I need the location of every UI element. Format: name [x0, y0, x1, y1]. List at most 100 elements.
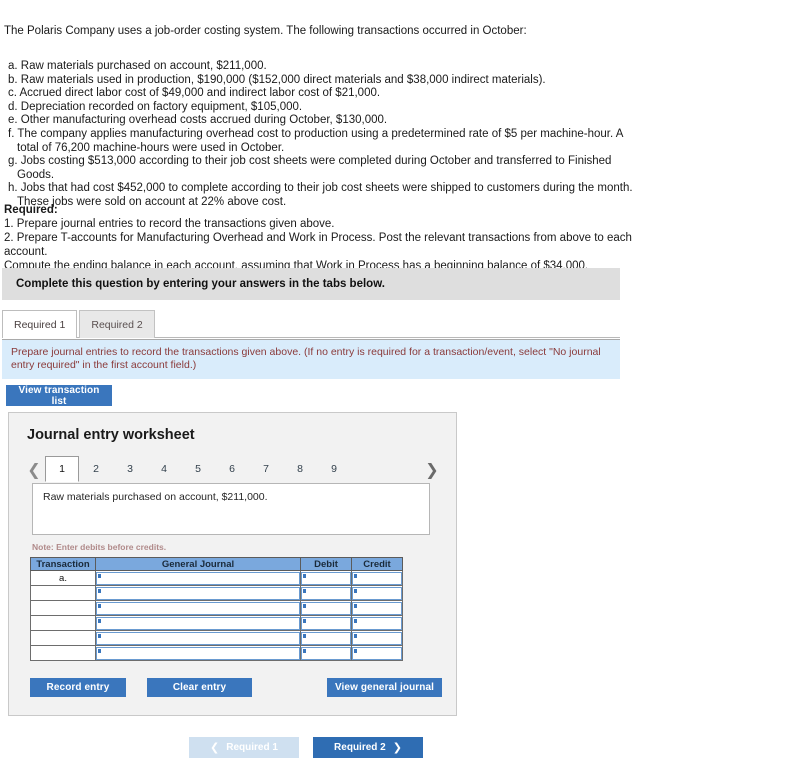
- tab-required-1[interactable]: Required 1: [2, 310, 78, 338]
- header-general-journal: General Journal: [95, 557, 301, 571]
- pager-page-3[interactable]: 3: [113, 457, 147, 481]
- cell-transaction-4: [30, 615, 96, 631]
- chevron-left-icon: ❮: [210, 741, 220, 754]
- debit-input-1[interactable]: [301, 571, 351, 585]
- cell-general-journal-2[interactable]: [95, 585, 301, 601]
- pager-page-2[interactable]: 2: [79, 457, 113, 481]
- debit-input-3[interactable]: [301, 601, 351, 615]
- cell-transaction-5: [30, 630, 96, 646]
- cell-general-journal-6[interactable]: [95, 645, 301, 661]
- cell-credit-3[interactable]: [351, 600, 403, 616]
- credit-input-1[interactable]: [352, 571, 402, 585]
- debit-input-2[interactable]: [301, 586, 351, 600]
- cell-debit-4[interactable]: [300, 615, 352, 631]
- problem-intro: The Polaris Company uses a job-order cos…: [4, 25, 527, 37]
- transaction-list: a. Raw materials purchased on account, $…: [4, 60, 644, 210]
- clear-entry-button[interactable]: Clear entry: [147, 678, 252, 697]
- cell-transaction-6: [30, 645, 96, 661]
- cell-credit-2[interactable]: [351, 585, 403, 601]
- journal-entry-worksheet-panel: Journal entry worksheet ❮ 1 2 3 4 5 6 7 …: [8, 412, 457, 716]
- table-row: [30, 630, 403, 646]
- general-journal-input-3[interactable]: [96, 601, 300, 615]
- tab-strip: Required 1 Required 2: [2, 310, 620, 338]
- view-general-journal-button[interactable]: View general journal: [327, 678, 442, 697]
- transaction-item-f: f. The company applies manufacturing ove…: [8, 127, 623, 154]
- entry-description: Raw materials purchased on account, $211…: [32, 483, 430, 535]
- pager-page-1[interactable]: 1: [45, 456, 79, 482]
- chevron-right-icon[interactable]: ❯: [421, 457, 443, 481]
- view-transaction-list-button[interactable]: View transaction list: [6, 385, 112, 407]
- nav-next-required-2[interactable]: Required 2 ❯: [313, 737, 423, 758]
- cell-transaction-1: a.: [30, 570, 96, 586]
- transaction-item-b: b. Raw materials used in production, $19…: [8, 73, 546, 86]
- tab-required-2-label: Required 2: [91, 318, 143, 331]
- general-journal-input-1[interactable]: [96, 571, 300, 585]
- cell-credit-6[interactable]: [351, 645, 403, 661]
- header-transaction: Transaction: [30, 557, 96, 571]
- credit-input-2[interactable]: [352, 586, 402, 600]
- transaction-item-d: d. Depreciation recorded on factory equi…: [8, 100, 303, 113]
- debits-before-credits-note: Note: Enter debits before credits.: [32, 542, 167, 552]
- cell-debit-6[interactable]: [300, 645, 352, 661]
- required-item-2: 2. Prepare T-accounts for Manufacturing …: [4, 232, 632, 258]
- table-row: [30, 615, 403, 631]
- debit-input-6[interactable]: [301, 646, 351, 660]
- general-journal-input-5[interactable]: [96, 631, 300, 645]
- chevron-left-icon[interactable]: ❮: [23, 457, 45, 481]
- transaction-item-c: c. Accrued direct labor cost of $49,000 …: [8, 87, 381, 100]
- worksheet-pager: ❮ 1 2 3 4 5 6 7 8 9 ❯: [23, 456, 443, 482]
- pager-page-6[interactable]: 6: [215, 457, 249, 481]
- cell-debit-5[interactable]: [300, 630, 352, 646]
- instruction-box: Prepare journal entries to record the tr…: [2, 339, 620, 379]
- table-row: a.: [30, 570, 403, 586]
- credit-input-3[interactable]: [352, 601, 402, 615]
- credit-input-6[interactable]: [352, 646, 402, 660]
- table-row: [30, 645, 403, 661]
- tab-required-1-label: Required 1: [14, 318, 66, 331]
- transaction-item-e: e. Other manufacturing overhead costs ac…: [8, 114, 388, 127]
- cell-general-journal-3[interactable]: [95, 600, 301, 616]
- cell-debit-1[interactable]: [300, 570, 352, 586]
- general-journal-input-4[interactable]: [96, 616, 300, 630]
- cell-credit-1[interactable]: [351, 570, 403, 586]
- pager-page-9[interactable]: 9: [317, 457, 351, 481]
- pager-page-8[interactable]: 8: [283, 457, 317, 481]
- header-debit: Debit: [300, 557, 352, 571]
- transaction-item-g: g. Jobs costing $513,000 according to th…: [8, 155, 612, 181]
- credit-input-4[interactable]: [352, 616, 402, 630]
- cell-general-journal-4[interactable]: [95, 615, 301, 631]
- cell-debit-3[interactable]: [300, 600, 352, 616]
- nav-prev-label: Required 1: [226, 742, 278, 753]
- chevron-right-icon: ❯: [392, 741, 402, 754]
- cell-transaction-3: [30, 600, 96, 616]
- general-journal-input-6[interactable]: [96, 646, 300, 660]
- table-row: [30, 600, 403, 616]
- general-journal-input-2[interactable]: [96, 586, 300, 600]
- credit-input-5[interactable]: [352, 631, 402, 645]
- journal-entry-table: Transaction General Journal Debit Credit…: [30, 557, 403, 661]
- instructions-banner-text: Complete this question by entering your …: [16, 278, 385, 290]
- homework-question-page: The Polaris Company uses a job-order cos…: [0, 0, 788, 763]
- nav-prev-required-1[interactable]: ❮ Required 1: [189, 737, 299, 758]
- cell-general-journal-1[interactable]: [95, 570, 301, 586]
- transaction-item-a: a. Raw materials purchased on account, $…: [8, 60, 267, 72]
- debit-input-4[interactable]: [301, 616, 351, 630]
- debit-input-5[interactable]: [301, 631, 351, 645]
- nav-next-label: Required 2: [334, 742, 386, 753]
- worksheet-title: Journal entry worksheet: [27, 427, 195, 443]
- cell-general-journal-5[interactable]: [95, 630, 301, 646]
- required-block: Required: 1. Prepare journal entries to …: [4, 203, 644, 273]
- table-header-row: Transaction General Journal Debit Credit: [30, 557, 403, 571]
- instructions-banner: Complete this question by entering your …: [2, 268, 620, 300]
- pager-page-4[interactable]: 4: [147, 457, 181, 481]
- tab-required-2[interactable]: Required 2: [79, 310, 155, 338]
- cell-debit-2[interactable]: [300, 585, 352, 601]
- pager-page-7[interactable]: 7: [249, 457, 283, 481]
- record-entry-button[interactable]: Record entry: [30, 678, 126, 697]
- cell-credit-4[interactable]: [351, 615, 403, 631]
- required-item-1: 1. Prepare journal entries to record the…: [4, 218, 335, 230]
- cell-transaction-2: [30, 585, 96, 601]
- table-row: [30, 585, 403, 601]
- pager-page-5[interactable]: 5: [181, 457, 215, 481]
- cell-credit-5[interactable]: [351, 630, 403, 646]
